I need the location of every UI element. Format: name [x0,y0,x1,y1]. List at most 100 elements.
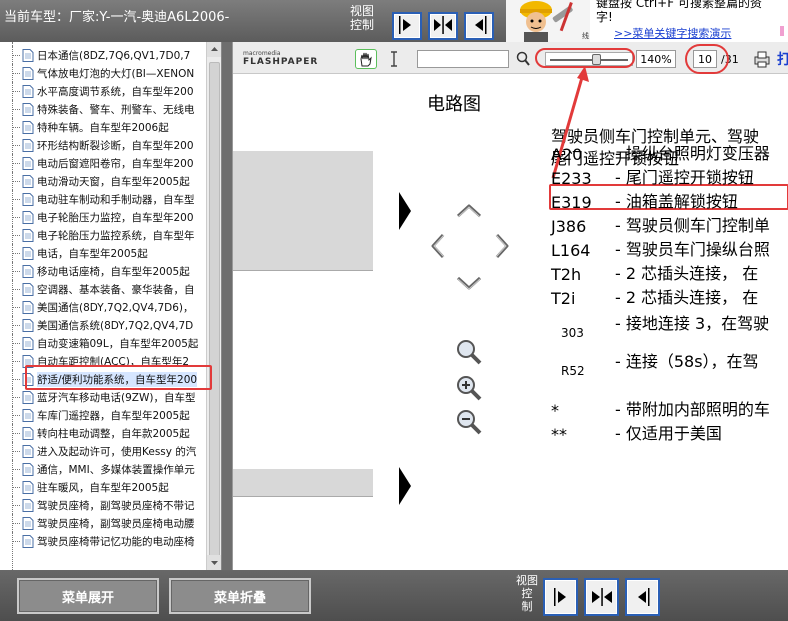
tree-item[interactable]: 车库门遥控器，自车型年2005起 [8,406,208,424]
zoom-in-icon[interactable] [455,374,483,402]
menu-expand-button[interactable]: 菜单展开 [17,578,159,614]
document-icon [22,444,34,458]
bottom-view-split-button[interactable] [584,578,619,616]
component-description: - 驾驶员侧车门控制单 [615,216,770,235]
document-icon [22,480,34,494]
menu-tree: 日本通信(8DZ,7Q6,QV1,7D0,7 气体放电灯泡的大灯(BI—XENON… [8,46,208,550]
tree-item[interactable]: 驾驶员座椅，副驾驶员座椅不带记 [8,496,208,514]
document-icon [22,462,34,476]
document-icon [22,48,34,62]
search-tip-text: 键盘按 Ctrl+F 可搜素整篇的资 [596,0,762,10]
component-code: A20 [551,145,583,164]
split-icon [591,588,612,606]
component-code: E233 [551,169,592,188]
document-icon [22,426,34,440]
document-icon [22,156,34,170]
scroll-thumb[interactable] [209,62,220,562]
tree-item[interactable]: 特殊装备、警车、刑警车、无线电 [8,100,208,118]
highlight-page-number [685,44,729,74]
tree-item[interactable]: 电子轮胎压力监控，自车型年200 [8,208,208,226]
tree-item[interactable]: 电动滑动天窗，自车型年2005起 [8,172,208,190]
search-icon[interactable] [515,50,531,68]
tree-item-label: 驾驶员座椅带记忆功能的电动座椅 [37,535,195,548]
component-code: E319 [551,193,592,212]
view-left-panel-button[interactable] [392,12,422,40]
tree-item[interactable]: 自动变速箱09L，自车型年2005起 [8,334,208,352]
menu-collapse-button[interactable]: 菜单折叠 [169,578,311,614]
flashpaper-logo: macromedia FLASHPAPER [243,50,319,67]
pan-down-icon [456,276,482,290]
tree-item-label: 转向柱电动调整，自年款2005起 [37,427,190,440]
tree-item[interactable]: 特种车辆。自车型年2006起 [8,118,208,136]
tree-item[interactable]: 进入及起动许可，使用Kessy 的汽 [8,442,208,460]
tree-item[interactable]: 电话，自车型年2005起 [8,244,208,262]
highlight-selected-item [25,365,212,390]
tree-item[interactable]: 电子轮胎压力监控系统，自车型年 [8,226,208,244]
tree-item-label: 移动电话座椅，自车型年2005起 [37,265,190,278]
document-icon [22,516,34,530]
tree-item-label: 自动变速箱09L，自车型年2005起 [37,337,199,350]
hand-tool-icon[interactable] [355,49,377,69]
bottom-view-right-button[interactable] [625,578,660,616]
tree-item[interactable]: 日本通信(8DZ,7Q6,QV1,7D0,7 [8,46,208,64]
component-code: J386 [551,217,587,236]
document-icon [22,498,34,512]
tree-item[interactable]: 蓝牙汽车移动电话(9ZW)，自车型 [8,388,208,406]
component-code: L164 [551,241,591,260]
tree-scrollbar[interactable] [206,42,221,570]
print-label[interactable]: 打 [777,49,788,69]
bottom-view-left-button[interactable] [543,578,578,616]
highlight-zoom-slider [535,48,635,68]
tree-item[interactable]: 美国通信(8DY,7Q2,QV4,7D6)， [8,298,208,316]
bottom-bar: 菜单展开 菜单折叠 视图 控 制 [0,570,788,621]
tree-item[interactable]: 美国通信系统(8DY,7Q2,QV4,7D [8,316,208,334]
search-input[interactable] [417,50,509,68]
tree-item[interactable]: 移动电话座椅，自车型年2005起 [8,262,208,280]
tree-item-label: 电动滑动天窗，自车型年2005起 [37,175,190,188]
component-description: - 2 芯插头连接， 在 [615,288,759,307]
page-scroll-right-marker-icon[interactable] [399,192,411,230]
view-right-panel-button[interactable] [464,12,494,40]
tree-item[interactable]: 驾驶员座椅，副驾驶员座椅电动腰 [8,514,208,532]
tree-item-label: 美国通信(8DY,7Q2,QV4,7D6)， [37,301,194,314]
page-margin-band-2 [233,469,373,497]
scroll-down-icon[interactable] [207,555,221,570]
tree-item[interactable]: 转向柱电动调整，自年款2005起 [8,424,208,442]
component-description: - 驾驶员车门操纵台照 [615,240,770,259]
view-control-label: 视图 控制 [350,4,375,32]
scroll-up-icon[interactable] [207,42,221,57]
document-icon [22,318,34,332]
tree-item[interactable]: 空调器、基本装备、豪华装备，自 [8,280,208,298]
svg-text:线: 线 [582,31,589,40]
tree-item[interactable]: 驾驶员座椅带记忆功能的电动座椅 [8,532,208,550]
top-bar: 当前车型：厂家:Y-一汽-奥迪A6L2006- 视图 控制 线 键盘按 Ctrl… [0,0,788,42]
tree-item[interactable]: 环形结构断裂诊断，自车型年200 [8,136,208,154]
tree-item[interactable]: 电动驻车制动和手制动器，自车型 [8,190,208,208]
tree-item-label: 驾驶员座椅，副驾驶员座椅不带记 [37,499,195,512]
tree-item[interactable]: 通信，MMI、多媒体装置操作单元 [8,460,208,478]
search-tip-panel: 键盘按 Ctrl+F 可搜素整篇的资 字! >>菜单关键字搜索演示 [590,0,788,42]
flashpaper-viewer: macromedia FLASHPAPER 140% 10 /31 打 电路图 … [232,42,788,570]
tree-item-label: 车库门遥控器，自车型年2005起 [37,409,190,422]
document-icon [22,228,34,242]
tree-item[interactable]: 气体放电灯泡的大灯(BI—XENON [8,64,208,82]
text-select-icon[interactable] [387,49,401,69]
page-scroll-right-marker-icon-2[interactable] [399,467,411,505]
component-code: T2i [551,289,576,308]
search-demo-link[interactable]: >>菜单关键字搜索演示 [614,25,731,41]
annotation-arrow-icon [551,66,589,179]
zoom-fit-icon[interactable] [455,338,483,366]
tree-item[interactable]: 驻车暖风，自车型年2005起 [8,478,208,496]
print-icon[interactable] [752,50,772,68]
component-description: - 连接（58s），在驾 [615,352,759,371]
tree-item[interactable]: 水平高度调节系统，自车型年200 [8,82,208,100]
zoom-level[interactable]: 140% [636,50,676,68]
component-code: R52 [561,364,585,378]
tree-item-label: 驾驶员座椅，副驾驶员座椅电动腰 [37,517,195,530]
document-icon [22,192,34,206]
document-icon [22,336,34,350]
component-code: 303 [561,326,584,340]
zoom-out-icon[interactable] [455,408,483,436]
tree-item[interactable]: 电动后窗遮阳卷帘，自车型年200 [8,154,208,172]
view-split-button[interactable] [428,12,458,40]
